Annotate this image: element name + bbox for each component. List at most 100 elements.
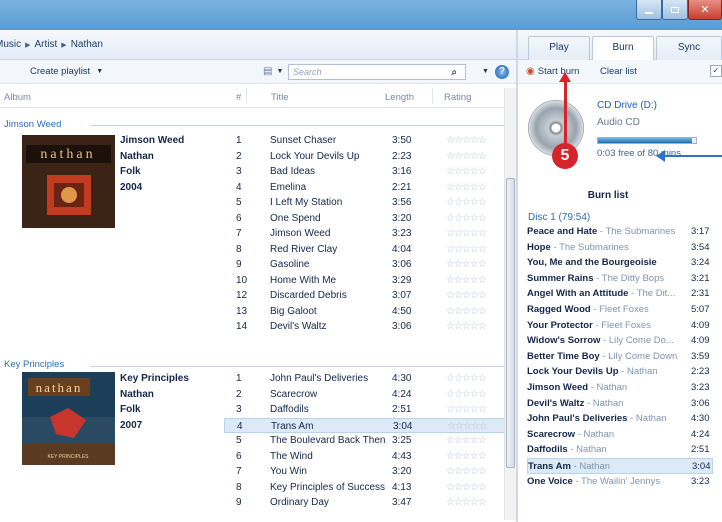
rating-stars-icon[interactable]: ☆☆☆☆☆ (446, 259, 487, 270)
burn-list-item[interactable]: Better Time Boy - Lily Come Down 3:59 (527, 349, 713, 365)
burn-item-artist: - The Dit... (628, 288, 676, 300)
clear-list-button[interactable]: Clear list (600, 66, 637, 77)
album-art-key-principles[interactable]: nathan KEY PRINCIPLES (22, 372, 115, 465)
rating-stars-icon[interactable]: ☆☆☆☆☆ (446, 197, 487, 208)
album-art-jimson-weed[interactable]: nathan (22, 135, 115, 228)
search-icon[interactable]: ⌕ (451, 67, 457, 78)
rating-stars-icon[interactable]: ☆☆☆☆☆ (446, 135, 487, 146)
track-row[interactable]: 4 Emelina 2:21 ☆☆☆☆☆ (224, 180, 514, 196)
track-row[interactable]: 2 Lock Your Devils Up 2:23 ☆☆☆☆☆ (224, 149, 514, 165)
burn-disc-icon: ◉ (526, 66, 535, 77)
burn-list-item[interactable]: Daffodils - Nathan 2:51 (527, 442, 713, 458)
track-row[interactable]: 10 Home With Me 3:29 ☆☆☆☆☆ (224, 273, 514, 289)
burn-list-item[interactable]: Ragged Wood - Fleet Foxes 5:07 (527, 302, 713, 318)
burn-list-item[interactable]: Jimson Weed - Nathan 3:23 (527, 380, 713, 396)
tab-sync[interactable]: Sync (656, 36, 722, 60)
rating-stars-icon[interactable]: ☆☆☆☆☆ (446, 290, 487, 301)
rating-stars-icon[interactable]: ☆☆☆☆☆ (446, 404, 487, 415)
track-row[interactable]: 2 Scarecrow 4:24 ☆☆☆☆☆ (224, 387, 514, 403)
column-number[interactable]: # (236, 92, 241, 103)
rating-stars-icon[interactable]: ☆☆☆☆☆ (446, 435, 487, 446)
burn-options-icon[interactable]: ✓ (710, 65, 722, 77)
burn-item-length: 2:23 (691, 366, 710, 378)
track-row[interactable]: 9 Ordinary Day 3:47 ☆☆☆☆☆ (224, 495, 514, 511)
burn-list-item[interactable]: Angel With an Attitude - The Dit... 2:31 (527, 286, 713, 302)
close-button[interactable]: ✕ (688, 0, 722, 20)
breadcrumb-nathan[interactable]: Nathan (71, 39, 103, 50)
rating-stars-icon[interactable]: ☆☆☆☆☆ (446, 373, 487, 384)
callout-arrow-up (559, 72, 571, 144)
search-options-chevron-icon[interactable]: ▼ (482, 68, 489, 75)
burn-list-item[interactable]: Scarecrow - Nathan 4:24 (527, 427, 713, 443)
tab-play[interactable]: Play (528, 36, 590, 60)
track-row[interactable]: 7 You Win 3:20 ☆☆☆☆☆ (224, 464, 514, 480)
track-row[interactable]: 8 Red River Clay 4:04 ☆☆☆☆☆ (224, 242, 514, 258)
rating-stars-icon[interactable]: ☆☆☆☆☆ (446, 275, 487, 286)
tab-burn[interactable]: Burn (592, 36, 654, 61)
track-row[interactable]: 3 Bad Ideas 3:16 ☆☆☆☆☆ (224, 164, 514, 180)
view-options-button[interactable]: ▤ ▼ (263, 66, 283, 77)
cd-drive-label[interactable]: CD Drive (D:) (597, 100, 657, 111)
burn-list-item[interactable]: Summer Rains - The Ditty Bops 3:21 (527, 271, 713, 287)
track-row[interactable]: 9 Gasoline 3:06 ☆☆☆☆☆ (224, 257, 514, 273)
burn-list-item[interactable]: Lock Your Devils Up - Nathan 2:23 (527, 364, 713, 380)
rating-stars-icon[interactable]: ☆☆☆☆☆ (446, 213, 487, 224)
maximize-button[interactable] (662, 0, 688, 20)
track-row[interactable]: 7 Jimson Weed 3:23 ☆☆☆☆☆ (224, 226, 514, 242)
column-title[interactable]: Title (271, 92, 289, 103)
burn-list-item[interactable]: Widow's Sorrow - Lily Come Do... 4:09 (527, 333, 713, 349)
track-row[interactable]: 14 Devil's Waltz 3:06 ☆☆☆☆☆ (224, 319, 514, 335)
track-row[interactable]: 13 Big Galoot 4:50 ☆☆☆☆☆ (224, 304, 514, 320)
rating-stars-icon[interactable]: ☆☆☆☆☆ (446, 389, 487, 400)
burn-list-item[interactable]: Peace and Hate - The Submarines 3:17 (527, 224, 713, 240)
create-playlist-button[interactable]: Create playlist ▼ (30, 66, 103, 77)
track-row[interactable]: 1 John Paul's Deliveries 4:30 ☆☆☆☆☆ (224, 371, 514, 387)
search-box[interactable]: Search ⌕ (288, 64, 466, 80)
library-scrollbar[interactable] (504, 88, 516, 520)
track-row[interactable]: 12 Discarded Debris 3:07 ☆☆☆☆☆ (224, 288, 514, 304)
album-art-image: nathan (22, 135, 115, 228)
track-row[interactable]: 6 The Wind 4:43 ☆☆☆☆☆ (224, 449, 514, 465)
column-rating[interactable]: Rating (444, 92, 471, 103)
start-burn-button[interactable]: ◉ Start burn (526, 66, 579, 77)
column-album[interactable]: Album (4, 92, 31, 103)
group-header-key-principles[interactable]: Key Principles (4, 359, 64, 370)
rating-stars-icon[interactable]: ☆☆☆☆☆ (447, 421, 488, 432)
burn-list-item[interactable]: Your Protector - Fleet Foxes 4:09 (527, 318, 713, 334)
group-divider (90, 125, 510, 126)
minimize-button[interactable] (636, 0, 662, 20)
breadcrumb-music[interactable]: Music (0, 39, 21, 50)
burn-list-item[interactable]: John Paul's Deliveries - Nathan 4:30 (527, 411, 713, 427)
rating-stars-icon[interactable]: ☆☆☆☆☆ (446, 228, 487, 239)
breadcrumb-artist[interactable]: Artist (35, 39, 58, 50)
rating-stars-icon[interactable]: ☆☆☆☆☆ (446, 451, 487, 462)
track-row[interactable]: 8 Key Principles of Success 4:13 ☆☆☆☆☆ (224, 480, 514, 496)
disc-capacity-bar (597, 137, 697, 144)
rating-stars-icon[interactable]: ☆☆☆☆☆ (446, 482, 487, 493)
burn-list-item[interactable]: Hope - The Submarines 3:54 (527, 240, 713, 256)
track-row[interactable]: 3 Daffodils 2:51 ☆☆☆☆☆ (224, 402, 514, 418)
rating-stars-icon[interactable]: ☆☆☆☆☆ (446, 151, 487, 162)
track-row[interactable]: 1 Sunset Chaser 3:50 ☆☆☆☆☆ (224, 133, 514, 149)
burn-list-item[interactable]: One Voice - The Wailin' Jennys 3:23 (527, 474, 713, 490)
scrollbar-thumb[interactable] (506, 178, 515, 468)
group-header-jimson-weed[interactable]: Jimson Weed (4, 119, 61, 130)
disc-group-label[interactable]: Disc 1 (79:54) (528, 212, 590, 223)
rating-stars-icon[interactable]: ☆☆☆☆☆ (446, 321, 487, 332)
rating-stars-icon[interactable]: ☆☆☆☆☆ (446, 306, 487, 317)
rating-stars-icon[interactable]: ☆☆☆☆☆ (446, 466, 487, 477)
track-row[interactable]: 5 The Boulevard Back Then 3:25 ☆☆☆☆☆ (224, 433, 514, 449)
rating-stars-icon[interactable]: ☆☆☆☆☆ (446, 182, 487, 193)
help-icon[interactable]: ? (495, 65, 509, 79)
track-row[interactable]: 5 I Left My Station 3:56 ☆☆☆☆☆ (224, 195, 514, 211)
track-row[interactable]: 4 Trans Am 3:04 ☆☆☆☆☆ (224, 417, 514, 433)
rating-stars-icon[interactable]: ☆☆☆☆☆ (446, 244, 487, 255)
burn-list-item[interactable]: You, Me and the Bourgeoisie 3:24 (527, 255, 713, 271)
burn-list-item[interactable]: Trans Am - Nathan 3:04 (527, 458, 713, 474)
rating-stars-icon[interactable]: ☆☆☆☆☆ (446, 497, 487, 508)
track-row[interactable]: 6 One Spend 3:20 ☆☆☆☆☆ (224, 211, 514, 227)
search-input[interactable]: Search (293, 67, 322, 77)
column-length[interactable]: Length (385, 92, 414, 103)
burn-list-item[interactable]: Devil's Waltz - Nathan 3:06 (527, 396, 713, 412)
rating-stars-icon[interactable]: ☆☆☆☆☆ (446, 166, 487, 177)
